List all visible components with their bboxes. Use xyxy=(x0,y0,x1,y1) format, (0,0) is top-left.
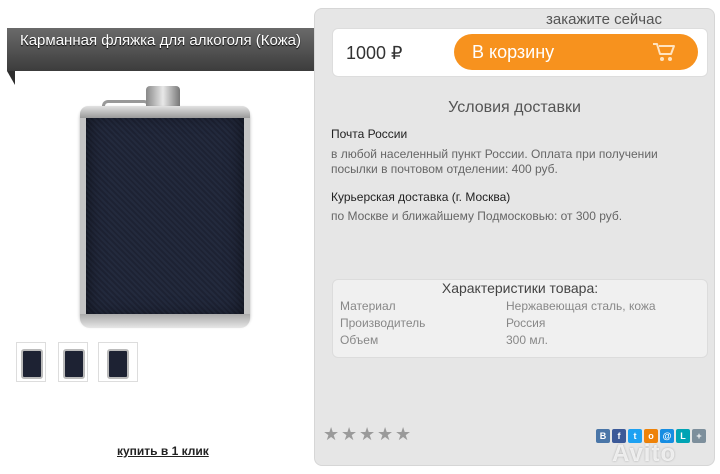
livejournal-icon[interactable]: L xyxy=(676,429,690,443)
vk-icon[interactable]: B xyxy=(596,429,610,443)
avito-watermark: Avito xyxy=(612,440,677,467)
star-icon[interactable]: ★ xyxy=(359,425,375,443)
thumbnail-1[interactable] xyxy=(16,342,46,382)
delivery-method-text: по Москве и ближайшему Подмосковью: от 3… xyxy=(331,209,623,223)
flask-shoulder xyxy=(80,106,250,118)
order-now-label: закажите сейчас xyxy=(546,11,662,28)
flask-cap xyxy=(146,86,180,108)
star-icon[interactable]: ★ xyxy=(395,425,411,443)
spec-value: Россия xyxy=(506,316,546,330)
delivery-method-title: Курьерская доставка (г. Москва) xyxy=(331,190,511,204)
star-icon[interactable]: ★ xyxy=(377,425,393,443)
thumbnail-3[interactable] xyxy=(98,342,138,382)
more-icon[interactable]: + xyxy=(692,429,706,443)
delivery-method-title: Почта России xyxy=(331,127,408,141)
flask-bottom xyxy=(80,314,250,328)
add-to-cart-button[interactable]: В корзину xyxy=(454,34,698,70)
spec-label: Производитель xyxy=(340,316,426,330)
cart-icon xyxy=(653,43,675,61)
buy-one-click-link[interactable]: купить в 1 клик xyxy=(117,444,209,458)
price: 1000 ₽ xyxy=(346,43,403,63)
delivery-method-text: в любой населенный пункт России. Оплата … xyxy=(331,147,658,176)
specs-heading: Характеристики товара: xyxy=(441,280,599,296)
star-icon[interactable]: ★ xyxy=(323,425,339,443)
delivery-heading: Условия доставки xyxy=(448,99,581,116)
cart-button-label: В корзину xyxy=(472,42,555,62)
product-main-image[interactable] xyxy=(16,72,306,334)
star-icon[interactable]: ★ xyxy=(341,425,357,443)
spec-label: Материал xyxy=(340,299,396,313)
spec-label: Объем xyxy=(340,333,379,347)
spec-value: Нержавеющая сталь, кожа xyxy=(506,299,656,313)
spec-value: 300 мл. xyxy=(506,333,548,347)
product-title: Карманная фляжка для алкоголя (Кожа) xyxy=(7,28,314,85)
thumbnail-2[interactable] xyxy=(58,342,88,382)
flask-body xyxy=(80,106,250,324)
